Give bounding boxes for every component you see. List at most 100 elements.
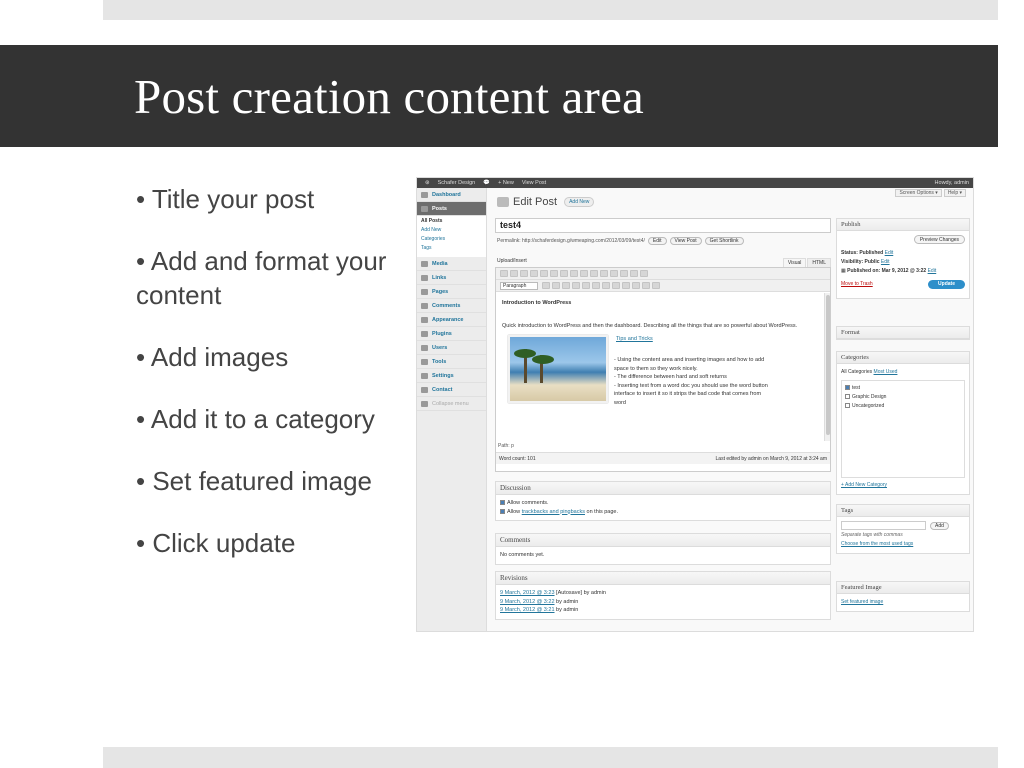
choose-tags-link[interactable]: Choose from the most used tags (841, 540, 965, 549)
justify-icon[interactable] (552, 282, 560, 289)
category-checkbox[interactable] (845, 403, 850, 409)
undo-icon[interactable] (632, 282, 640, 289)
help-icon[interactable] (652, 282, 660, 289)
screen-options-button[interactable]: Screen Options ▾ (895, 189, 942, 197)
submenu-categories[interactable]: Categories (421, 236, 486, 245)
revision-row: 9 March, 2012 @ 3:23 [Autosave] by admin (500, 590, 606, 596)
add-tag-button[interactable]: Add (930, 521, 949, 530)
numbered-list-icon[interactable] (540, 270, 548, 277)
comments-title[interactable]: Comments (496, 534, 830, 547)
submenu-add-new[interactable]: Add New (421, 227, 486, 236)
tags-title[interactable]: Tags (837, 505, 969, 517)
special-char-icon[interactable] (602, 282, 610, 289)
scrollbar-thumb[interactable] (826, 295, 830, 435)
paste-text-icon[interactable] (572, 282, 580, 289)
category-checkbox[interactable] (845, 385, 850, 391)
link-icon[interactable] (590, 270, 598, 277)
help-button[interactable]: Help ▾ (943, 189, 966, 197)
revision-link[interactable]: 9 March, 2012 @ 3:23 (500, 590, 555, 596)
featured-image-title[interactable]: Featured Image (837, 582, 969, 594)
category-item[interactable]: test (845, 384, 961, 393)
wp-logo-icon[interactable]: ⊛ (425, 180, 430, 186)
update-button[interactable]: Update (928, 280, 965, 289)
tab-all-categories[interactable]: All Categories (841, 369, 872, 375)
text-color-icon[interactable] (562, 282, 570, 289)
sidebar-item-plugins[interactable]: Plugins (417, 327, 486, 341)
sidebar-item-comments[interactable]: Comments (417, 299, 486, 313)
categories-title[interactable]: Categories (837, 352, 969, 364)
preview-changes-button[interactable]: Preview Changes (913, 235, 965, 244)
add-new-category-link[interactable]: + Add New Category (841, 481, 965, 490)
permalink-edit-button[interactable]: Edit (647, 237, 667, 245)
discussion-title[interactable]: Discussion (496, 482, 830, 495)
allow-comments-checkbox[interactable] (500, 500, 505, 506)
paste-word-icon[interactable] (582, 282, 590, 289)
italic-icon[interactable] (510, 270, 518, 277)
tab-most-used[interactable]: Most Used (874, 369, 898, 375)
sidebar-item-tools[interactable]: Tools (417, 355, 486, 369)
move-to-trash-link[interactable]: Move to Trash (841, 281, 873, 287)
permalink-label[interactable]: Permalink: http://schaferdesign.g/wmeapi… (497, 238, 645, 244)
fullscreen-icon[interactable] (630, 270, 638, 277)
add-new-button[interactable]: Add New (564, 197, 595, 208)
clear-format-icon[interactable] (592, 282, 600, 289)
sidebar-item-pages[interactable]: Pages (417, 285, 486, 299)
tips-link[interactable]: Tips and Tricks (616, 336, 653, 342)
spellcheck-icon[interactable] (620, 270, 628, 277)
indent-icon[interactable] (622, 282, 630, 289)
category-checkbox[interactable] (845, 394, 850, 400)
sidebar-item-appearance[interactable]: Appearance (417, 313, 486, 327)
align-right-icon[interactable] (580, 270, 588, 277)
category-item[interactable]: Uncategorized (845, 402, 961, 411)
unlink-icon[interactable] (600, 270, 608, 277)
view-post-button[interactable]: View Post (669, 237, 702, 245)
set-featured-image-link[interactable]: Set featured image (841, 599, 883, 605)
sidebar-item-posts[interactable]: Posts (417, 202, 486, 216)
allow-pings-checkbox[interactable] (500, 508, 505, 514)
collapse-menu[interactable]: Collapse menu (417, 397, 486, 411)
publish-box: Publish Preview Changes Status: Publishe… (836, 218, 970, 299)
publish-title[interactable]: Publish (837, 219, 969, 231)
revisions-title[interactable]: Revisions (496, 572, 830, 585)
submenu-all-posts[interactable]: All Posts (421, 218, 486, 227)
status-edit-link[interactable]: Edit (885, 250, 894, 256)
site-link[interactable]: Schafer Design (438, 180, 476, 186)
view-post-link[interactable]: View Post (522, 180, 546, 186)
new-link[interactable]: + New (498, 180, 514, 186)
underline-icon[interactable] (542, 282, 550, 289)
date-edit-link[interactable]: Edit (928, 268, 937, 274)
sidebar-item-links[interactable]: Links (417, 271, 486, 285)
get-shortlink-button[interactable]: Get Shortlink (704, 237, 744, 245)
format-title[interactable]: Format (837, 327, 969, 339)
sidebar-item-users[interactable]: Users (417, 341, 486, 355)
sidebar-item-media[interactable]: Media (417, 257, 486, 271)
align-left-icon[interactable] (560, 270, 568, 277)
format-select[interactable]: Paragraph (500, 281, 538, 290)
beach-image[interactable] (508, 335, 608, 403)
blockquote-icon[interactable] (550, 270, 558, 277)
submenu-tags[interactable]: Tags (421, 245, 486, 254)
sidebar-item-dashboard[interactable]: Dashboard (417, 188, 486, 202)
visibility-edit-link[interactable]: Edit (881, 259, 890, 265)
tag-input[interactable] (841, 521, 926, 530)
bold-icon[interactable] (500, 270, 508, 277)
trackbacks-link[interactable]: trackbacks and pingbacks (522, 509, 585, 515)
revision-link[interactable]: 9 March, 2012 @ 3:22 (500, 599, 555, 605)
howdy-link[interactable]: Howdy, admin (935, 180, 969, 186)
bullet-list-icon[interactable] (530, 270, 538, 277)
sidebar-item-settings[interactable]: Settings (417, 369, 486, 383)
outdent-icon[interactable] (612, 282, 620, 289)
post-title-input[interactable]: test4 (495, 218, 831, 233)
strikethrough-icon[interactable] (520, 270, 528, 277)
redo-icon[interactable] (642, 282, 650, 289)
more-tag-icon[interactable] (610, 270, 618, 277)
sidebar-item-contact[interactable]: Contact (417, 383, 486, 397)
kitchen-sink-icon[interactable] (640, 270, 648, 277)
revision-link[interactable]: 9 March, 2012 @ 3:21 (500, 607, 555, 613)
editor-scrollbar[interactable] (824, 293, 830, 441)
align-center-icon[interactable] (570, 270, 578, 277)
category-item[interactable]: Graphic Design (845, 393, 961, 402)
comments-icon[interactable]: 💬 (483, 180, 490, 186)
content-editor[interactable]: Paragraph Introduction to WordPress Quic… (495, 267, 831, 472)
categories-box: Categories All Categories Most Used test… (836, 351, 970, 495)
